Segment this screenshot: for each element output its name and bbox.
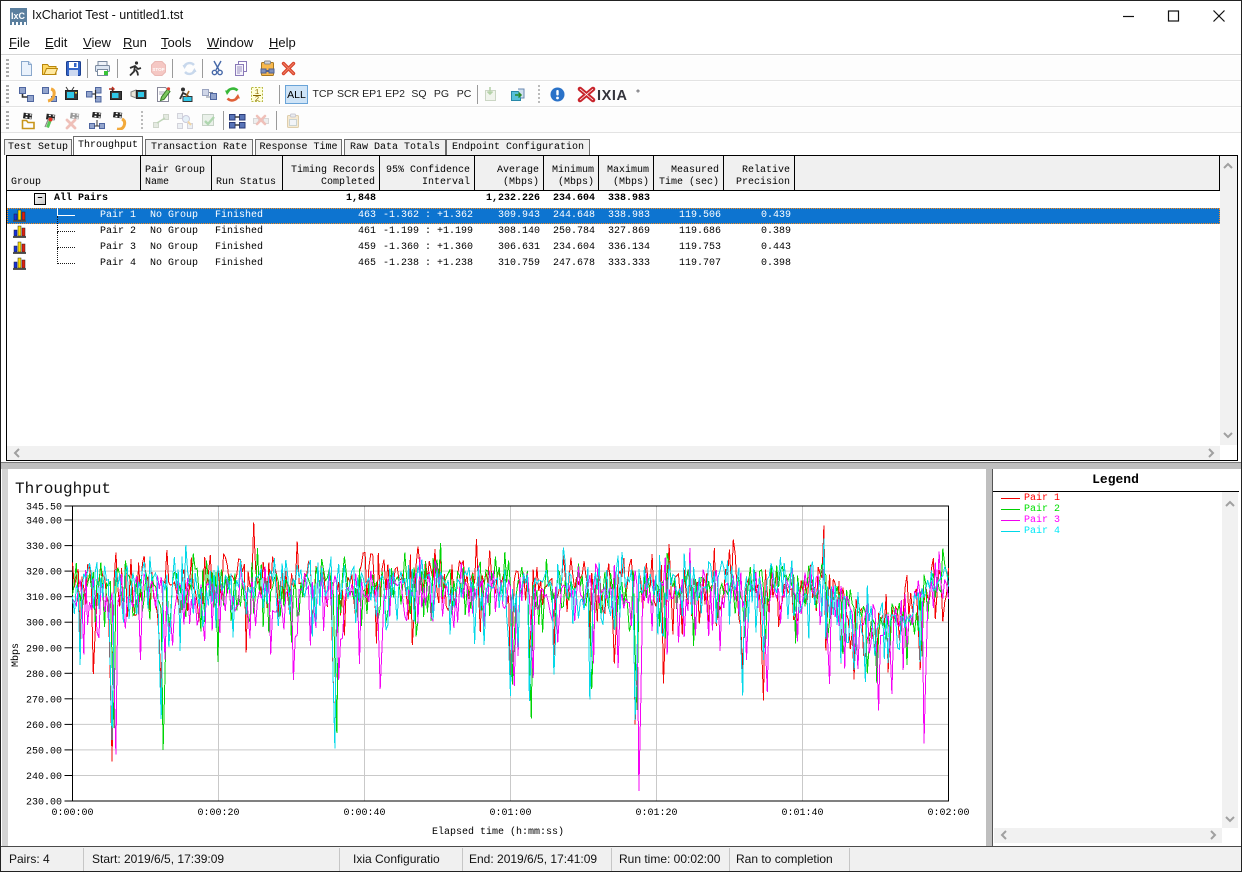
svg-text:280.00: 280.00	[26, 670, 62, 681]
svg-text:IxC: IxC	[11, 11, 26, 21]
svg-text:0:00:40: 0:00:40	[343, 808, 385, 819]
svg-text:230.00: 230.00	[26, 798, 62, 809]
svg-text:0:01:20: 0:01:20	[635, 808, 677, 819]
svg-text:320.00: 320.00	[26, 568, 62, 579]
svg-text:IXIA: IXIA	[597, 88, 628, 104]
svg-text:300.00: 300.00	[26, 619, 62, 630]
svg-text:290.00: 290.00	[26, 644, 62, 655]
svg-text:0:02:00: 0:02:00	[927, 808, 969, 819]
svg-text:Throughput: Throughput	[15, 480, 111, 498]
svg-text:2: 2	[255, 96, 260, 103]
svg-text:240.00: 240.00	[26, 772, 62, 783]
svg-text:0:00:00: 0:00:00	[51, 808, 93, 819]
svg-text:310.00: 310.00	[26, 593, 62, 604]
svg-text:Elapsed time (h:mm:ss): Elapsed time (h:mm:ss)	[432, 826, 564, 838]
svg-text:270.00: 270.00	[26, 695, 62, 706]
svg-text:345.50: 345.50	[26, 503, 62, 514]
svg-text:340.00: 340.00	[26, 517, 62, 528]
svg-text:260.00: 260.00	[26, 721, 62, 732]
svg-text:0:01:00: 0:01:00	[489, 808, 531, 819]
svg-text:STOP: STOP	[152, 67, 164, 72]
svg-text:250.00: 250.00	[26, 746, 62, 757]
svg-text:330.00: 330.00	[26, 542, 62, 553]
svg-text:Mbps: Mbps	[10, 643, 22, 667]
svg-text:0:01:40: 0:01:40	[781, 808, 823, 819]
svg-text:0:00:20: 0:00:20	[197, 808, 239, 819]
